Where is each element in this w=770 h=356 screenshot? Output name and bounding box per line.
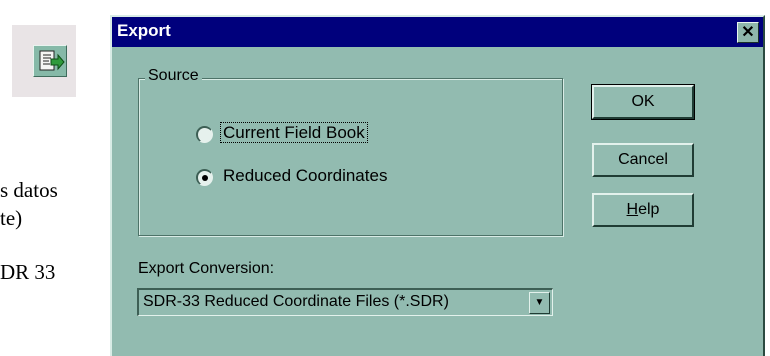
radio-label-reduced-coordinates[interactable]: Reduced Coordinates	[223, 166, 387, 186]
radio-current-field-book[interactable]	[196, 126, 213, 143]
toolbar-icon-frame	[12, 25, 76, 97]
export-conversion-label: Export Conversion:	[138, 260, 275, 277]
document-text-line: s datos	[0, 178, 58, 202]
radio-label-current-field-book[interactable]: Current Field Book	[220, 122, 368, 143]
dialog-title: Export	[117, 21, 171, 40]
export-toolbar-icon[interactable]	[33, 45, 67, 77]
source-groupbox	[138, 78, 563, 236]
document-text-line: te)	[0, 206, 23, 230]
source-group-label: Source	[145, 67, 202, 85]
help-button[interactable]: Help	[592, 193, 694, 227]
export-conversion-value: SDR-33 Reduced Coordinate Files (*.SDR)	[143, 293, 449, 310]
export-dialog: Export ✕ Source Current Field Book Reduc…	[110, 15, 765, 356]
chevron-down-icon: ▼	[534, 297, 545, 308]
radio-reduced-coordinates[interactable]	[196, 169, 213, 186]
help-mnemonic: H	[626, 201, 639, 218]
dialog-titlebar[interactable]: Export ✕	[112, 17, 763, 47]
close-button[interactable]: ✕	[737, 22, 759, 43]
dropdown-arrow-button[interactable]: ▼	[529, 292, 550, 314]
help-label-rest: elp	[638, 201, 660, 218]
cancel-button[interactable]: Cancel	[592, 143, 694, 177]
document-arrow-icon	[39, 50, 65, 71]
close-icon: ✕	[741, 24, 755, 41]
export-conversion-dropdown[interactable]: SDR-33 Reduced Coordinate Files (*.SDR) …	[137, 288, 553, 316]
document-text-line: DR 33	[0, 260, 56, 284]
radio-selected-dot	[202, 175, 208, 181]
ok-button[interactable]: OK	[591, 84, 695, 120]
